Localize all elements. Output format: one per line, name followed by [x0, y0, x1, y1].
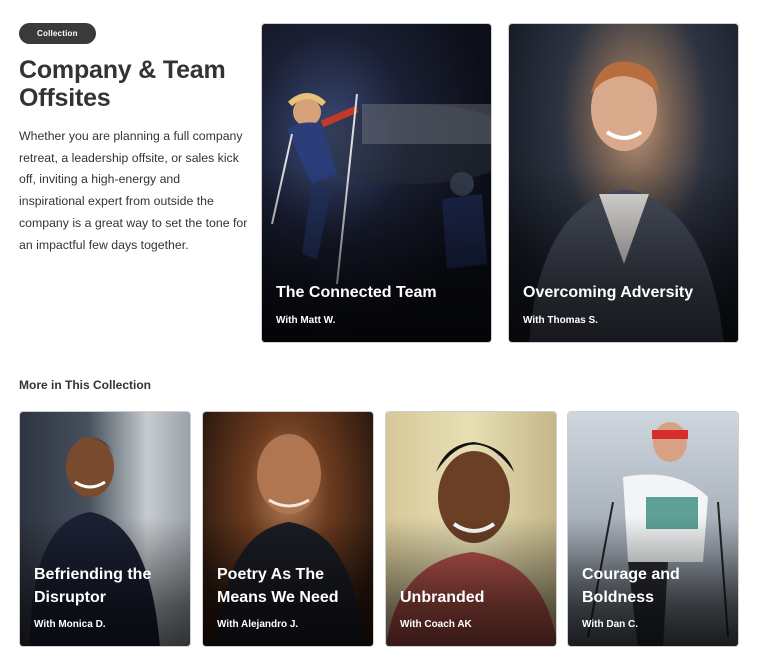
- page-title: Company & Team Offsites: [19, 56, 226, 112]
- card-byline: With Coach AK: [400, 619, 472, 630]
- card-title: Poetry As The Means We Need: [217, 566, 339, 606]
- featured-card-connected-team[interactable]: The Connected Team With Matt W.: [261, 23, 492, 343]
- card-title: Overcoming Adversity: [523, 284, 694, 301]
- card-poetry-as-the-means[interactable]: Poetry As The Means We Need With Alejand…: [202, 411, 374, 647]
- card-courage-and-boldness[interactable]: Courage and Boldness With Dan C.: [567, 411, 739, 647]
- card-byline: With Thomas S.: [523, 315, 598, 326]
- card-byline: With Monica D.: [34, 619, 106, 630]
- card-befriending-the-disruptor[interactable]: Befriending the Disruptor With Monica D.: [19, 411, 191, 647]
- card-title: Courage and Boldness: [582, 566, 680, 606]
- card-byline: With Alejandro J.: [217, 619, 299, 630]
- featured-card-overcoming-adversity[interactable]: Overcoming Adversity With Thomas S.: [508, 23, 739, 343]
- card-byline: With Matt W.: [276, 315, 336, 326]
- card-title: The Connected Team: [276, 284, 437, 301]
- card-unbranded[interactable]: Unbranded With Coach AK: [385, 411, 557, 647]
- card-title: Unbranded: [400, 589, 485, 606]
- collection-description: Whether you are planning a full company …: [19, 129, 248, 252]
- more-in-collection-heading: More in This Collection: [19, 378, 152, 392]
- card-byline: With Dan C.: [582, 619, 639, 630]
- card-title: Befriending the Disruptor: [34, 566, 152, 606]
- collection-intro: Collection Company & Team Offsites Wheth…: [19, 23, 249, 256]
- collection-badge: Collection: [19, 23, 96, 44]
